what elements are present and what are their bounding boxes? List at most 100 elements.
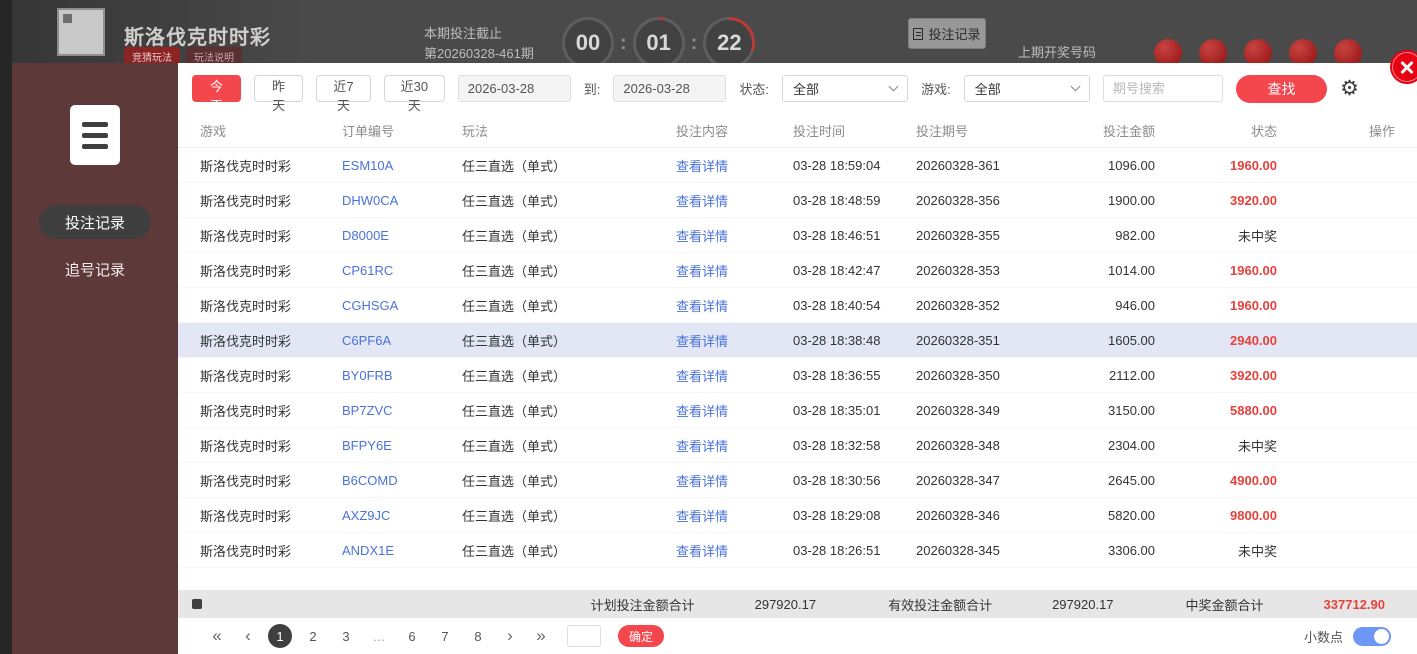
to-label: 到: xyxy=(584,79,601,98)
filter-bar: 今天昨天近7天近30天 到: 状态: 全部 游戏: 全部 查找 ⚙ xyxy=(178,63,1417,114)
sidebar-item-1[interactable]: 追号记录 xyxy=(39,252,151,286)
order-number-link[interactable]: C6PF6A xyxy=(342,333,462,348)
cell-play-type: 任三直选（单式） xyxy=(462,401,676,420)
cell-bet-time: 03-28 18:59:04 xyxy=(793,158,916,173)
decimal-toggle[interactable] xyxy=(1353,627,1391,646)
order-number-link[interactable]: B6COMD xyxy=(342,473,462,488)
order-number-link[interactable]: D8000E xyxy=(342,228,462,243)
status-select[interactable]: 全部 xyxy=(782,75,908,102)
plan-total-value: 297920.17 xyxy=(755,597,816,612)
date-from-input[interactable] xyxy=(458,75,571,102)
cell-bet-time: 03-28 18:38:48 xyxy=(793,333,916,348)
cell-play-type: 任三直选（单式） xyxy=(462,541,676,560)
page-button-2[interactable]: 2 xyxy=(301,624,325,648)
cell-status: 1960.00 xyxy=(1155,263,1277,278)
records-panel: 今天昨天近7天近30天 到: 状态: 全部 游戏: 全部 查找 ⚙ 游戏订单编号… xyxy=(178,63,1417,654)
order-number-link[interactable]: DHW0CA xyxy=(342,193,462,208)
quick-filter-2[interactable]: 近7天 xyxy=(316,75,371,102)
order-number-link[interactable]: BP7ZVC xyxy=(342,403,462,418)
view-details-link[interactable]: 查看详情 xyxy=(676,226,793,245)
confirm-button[interactable]: 确定 xyxy=(618,625,664,647)
cell-play-type: 任三直选（单式） xyxy=(462,261,676,280)
close-button[interactable] xyxy=(1390,50,1417,84)
page-ellipsis: … xyxy=(367,624,391,648)
table-row[interactable]: 斯洛伐克时时彩 BP7ZVC 任三直选（单式） 查看详情 03-28 18:35… xyxy=(178,393,1417,428)
broken-image-icon xyxy=(63,14,72,23)
order-number-link[interactable]: ANDX1E xyxy=(342,543,462,558)
quick-filter-0[interactable]: 今天 xyxy=(192,75,241,102)
period-search-input[interactable] xyxy=(1103,75,1223,102)
bet-records-button[interactable]: 投注记录 xyxy=(908,18,986,49)
order-number-link[interactable]: ESM10A xyxy=(342,158,462,173)
gear-icon[interactable]: ⚙ xyxy=(1340,78,1359,99)
countdown-timer: 00 : 01 : 22 xyxy=(562,17,755,69)
table-row[interactable]: 斯洛伐克时时彩 BFPY6E 任三直选（单式） 查看详情 03-28 18:32… xyxy=(178,428,1417,463)
table-row[interactable]: 斯洛伐克时时彩 D8000E 任三直选（单式） 查看详情 03-28 18:46… xyxy=(178,218,1417,253)
table-row[interactable]: 斯洛伐克时时彩 DHW0CA 任三直选（单式） 查看详情 03-28 18:48… xyxy=(178,183,1417,218)
toggle-knob xyxy=(1374,629,1389,644)
table-row[interactable]: 斯洛伐克时时彩 BY0FRB 任三直选（单式） 查看详情 03-28 18:36… xyxy=(178,358,1417,393)
cell-play-type: 任三直选（单式） xyxy=(462,436,676,455)
view-details-link[interactable]: 查看详情 xyxy=(676,506,793,525)
view-details-link[interactable]: 查看详情 xyxy=(676,156,793,175)
deadline-label: 本期投注截止 xyxy=(424,24,534,44)
view-details-link[interactable]: 查看详情 xyxy=(676,331,793,350)
order-number-link[interactable]: CGHSGA xyxy=(342,298,462,313)
table-row[interactable]: 斯洛伐克时时彩 C6PF6A 任三直选（单式） 查看详情 03-28 18:38… xyxy=(178,323,1417,358)
next-page-button[interactable]: › xyxy=(499,626,521,646)
page-jump-input[interactable] xyxy=(567,625,601,647)
cell-bet-time: 03-28 18:36:55 xyxy=(793,368,916,383)
cell-bet-time: 03-28 18:48:59 xyxy=(793,193,916,208)
table-row[interactable]: 斯洛伐克时时彩 AXZ9JC 任三直选（单式） 查看详情 03-28 18:29… xyxy=(178,498,1417,533)
date-to-input[interactable] xyxy=(613,75,726,102)
table-row[interactable]: 斯洛伐克时时彩 ANDX1E 任三直选（单式） 查看详情 03-28 18:26… xyxy=(178,533,1417,568)
prev-page-button[interactable]: ‹ xyxy=(237,626,259,646)
cell-status: 4900.00 xyxy=(1155,473,1277,488)
countdown-colon: : xyxy=(691,32,698,55)
chevron-down-icon xyxy=(889,82,899,92)
view-details-link[interactable]: 查看详情 xyxy=(676,296,793,315)
order-number-link[interactable]: BY0FRB xyxy=(342,368,462,383)
view-details-link[interactable]: 查看详情 xyxy=(676,191,793,210)
column-header-1: 游戏 xyxy=(200,121,342,140)
cell-amount: 2645.00 xyxy=(1066,473,1155,488)
table-row[interactable]: 斯洛伐克时时彩 ESM10A 任三直选（单式） 查看详情 03-28 18:59… xyxy=(178,148,1417,183)
search-button[interactable]: 查找 xyxy=(1236,75,1327,103)
cell-status: 未中奖 xyxy=(1155,226,1277,245)
page-button-1[interactable]: 1 xyxy=(268,624,292,648)
last-page-button[interactable]: » xyxy=(530,626,552,646)
order-number-link[interactable]: CP61RC xyxy=(342,263,462,278)
view-details-link[interactable]: 查看详情 xyxy=(676,261,793,280)
table-row[interactable]: 斯洛伐克时时彩 CP61RC 任三直选（单式） 查看详情 03-28 18:42… xyxy=(178,253,1417,288)
cell-amount: 982.00 xyxy=(1066,228,1155,243)
quick-filter-3[interactable]: 近30天 xyxy=(384,75,445,102)
quick-filter-1[interactable]: 昨天 xyxy=(254,75,303,102)
countdown-seconds: 22 xyxy=(706,20,752,66)
page-button-3[interactable]: 3 xyxy=(334,624,358,648)
period-label: 第20260328-461期 xyxy=(424,44,534,64)
view-details-link[interactable]: 查看详情 xyxy=(676,366,793,385)
order-number-link[interactable]: AXZ9JC xyxy=(342,508,462,523)
cell-amount: 1900.00 xyxy=(1066,193,1155,208)
cell-amount: 1014.00 xyxy=(1066,263,1155,278)
view-details-link[interactable]: 查看详情 xyxy=(676,541,793,560)
page-button-7[interactable]: 7 xyxy=(433,624,457,648)
first-page-button[interactable]: « xyxy=(206,626,228,646)
sidebar-item-0[interactable]: 投注记录 xyxy=(39,205,151,239)
view-details-link[interactable]: 查看详情 xyxy=(676,471,793,490)
view-details-link[interactable]: 查看详情 xyxy=(676,401,793,420)
table-row[interactable]: 斯洛伐克时时彩 CGHSGA 任三直选（单式） 查看详情 03-28 18:40… xyxy=(178,288,1417,323)
bet-records-button-label: 投注记录 xyxy=(928,24,980,43)
order-number-link[interactable]: BFPY6E xyxy=(342,438,462,453)
cell-game: 斯洛伐克时时彩 xyxy=(200,296,342,315)
cell-play-type: 任三直选（单式） xyxy=(462,471,676,490)
countdown-colon: : xyxy=(620,32,627,55)
page-button-6[interactable]: 6 xyxy=(400,624,424,648)
page-button-8[interactable]: 8 xyxy=(466,624,490,648)
view-details-link[interactable]: 查看详情 xyxy=(676,436,793,455)
game-filter-label: 游戏: xyxy=(921,79,951,98)
status-label: 状态: xyxy=(739,79,769,98)
cell-game: 斯洛伐克时时彩 xyxy=(200,261,342,280)
game-select[interactable]: 全部 xyxy=(964,75,1090,102)
table-row[interactable]: 斯洛伐克时时彩 B6COMD 任三直选（单式） 查看详情 03-28 18:30… xyxy=(178,463,1417,498)
